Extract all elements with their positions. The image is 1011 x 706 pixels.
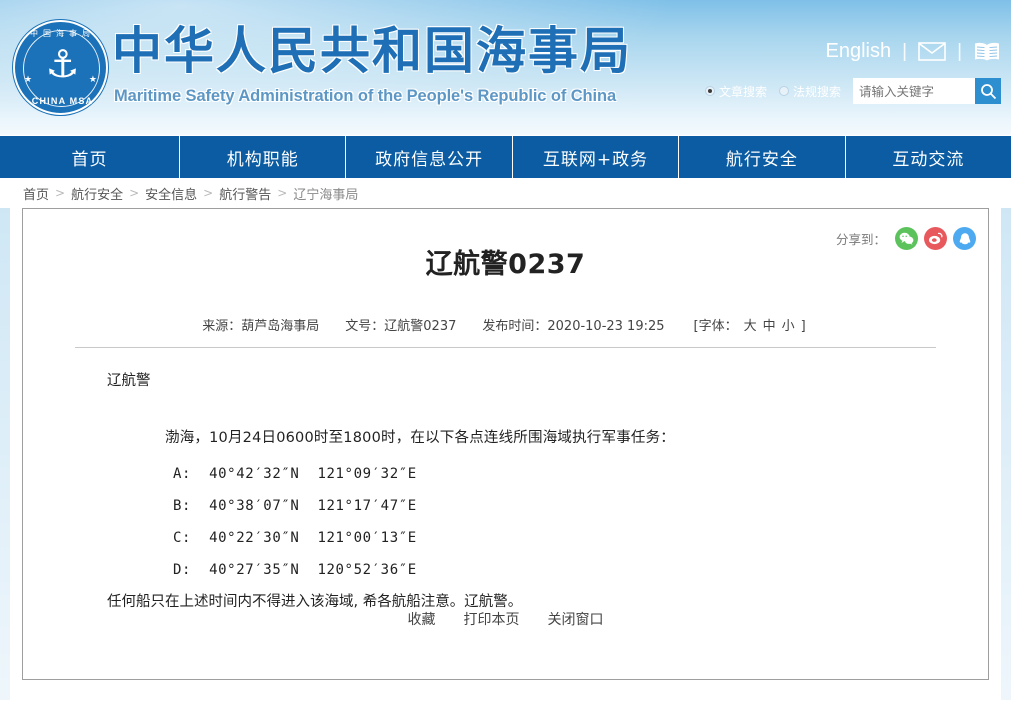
- site-title-en: Maritime Safety Administration of the Pe…: [114, 87, 617, 105]
- coordinate-row-a: A: 40°42′32″N 121°09′32″E: [173, 466, 417, 482]
- qq-icon[interactable]: [953, 227, 976, 250]
- breadcrumb-item-1[interactable]: 航行安全: [71, 184, 123, 203]
- breadcrumb-separator-2: >: [203, 186, 214, 200]
- breadcrumb-separator-3: >: [277, 186, 288, 200]
- site-title-cn: 中华人民共和国海事局: [112, 22, 632, 80]
- search-icon: [980, 83, 996, 99]
- article-lead: 渤海，10月24日0600时至1800时，在以下各点连线所围海域执行军事任务：: [165, 429, 676, 446]
- font-size-medium[interactable]: 中: [763, 319, 776, 334]
- meta-publish-time: 发布时间：2020-10-23 19:25: [482, 319, 665, 334]
- nav-item-functions[interactable]: 机构职能: [180, 136, 347, 178]
- font-size-suffix: ]: [800, 319, 806, 334]
- nav-item-gov-info[interactable]: 政府信息公开: [346, 136, 513, 178]
- bottom-padding: [22, 680, 989, 700]
- main-nav: 首页 机构职能 政府信息公开 互联网+政务 航行安全 互动交流: [0, 135, 1011, 178]
- site-logo[interactable]: 中国海事局 ★ ★ ⚓ CHINA MSA: [13, 20, 108, 115]
- logo-top-text: 中国海事局: [30, 29, 95, 38]
- breadcrumb-separator-1: >: [129, 186, 140, 200]
- search-option-regulation-label: 法规搜索: [792, 84, 841, 99]
- share-label: 分享到：: [835, 232, 886, 247]
- top-links-separator-1: |: [902, 40, 908, 62]
- site-header: 中国海事局 ★ ★ ⚓ CHINA MSA 中华人民共和国海事局 Maritim…: [0, 0, 1011, 135]
- search-button[interactable]: [975, 78, 1001, 104]
- close-window-button[interactable]: 关闭窗口: [548, 609, 604, 629]
- search-box: [853, 78, 1001, 104]
- font-size-large[interactable]: 大: [744, 319, 757, 334]
- weibo-icon[interactable]: [924, 227, 947, 250]
- coordinate-row-b: B: 40°38′07″N 121°17′47″E: [173, 498, 417, 514]
- search-area: 文章搜索 法规搜索: [704, 78, 1001, 104]
- document-meta: 来源：葫芦岛海事局 文号：辽航警0237 发布时间：2020-10-23 19:…: [23, 315, 988, 334]
- nav-item-interaction[interactable]: 互动交流: [846, 136, 1011, 178]
- search-option-article[interactable]: 文章搜索: [704, 83, 767, 100]
- article-body: 辽航警 渤海，10月24日0600时至1800时，在以下各点连线所围海域执行军事…: [23, 348, 988, 610]
- font-size-prefix: [字体：: [693, 319, 738, 334]
- nav-item-home[interactable]: 首页: [0, 136, 180, 178]
- font-size-controls: [字体： 大中小]: [691, 315, 809, 334]
- breadcrumb-item-3[interactable]: 航行警告: [219, 184, 271, 203]
- document-actions: 收藏 打印本页 关闭窗口: [23, 609, 988, 629]
- coordinate-row-d: D: 40°27′35″N 120°52′36″E: [173, 562, 417, 578]
- english-link[interactable]: English: [826, 40, 892, 63]
- radio-icon-regulation[interactable]: [778, 86, 789, 96]
- article-card: 分享到： 辽航警0237 来源：葫芦岛海事局 文号：辽航警0237 发布时间：2…: [22, 208, 989, 680]
- nav-item-navigation-safety[interactable]: 航行安全: [679, 136, 846, 178]
- favorite-button[interactable]: 收藏: [408, 609, 436, 629]
- breadcrumb-item-4: 辽宁海事局: [293, 187, 359, 203]
- top-links: English | |: [826, 40, 1001, 63]
- logo-bottom-text: CHINA MSA: [31, 96, 94, 106]
- meta-source: 来源：葫芦岛海事局: [202, 319, 320, 334]
- coordinate-list: A: 40°42′32″N 121°09′32″E B: 40°38′07″N …: [173, 467, 936, 577]
- top-links-separator-2: |: [957, 40, 962, 62]
- search-option-regulation[interactable]: 法规搜索: [778, 83, 841, 100]
- share-row: 分享到：: [836, 227, 976, 250]
- font-size-small[interactable]: 小: [782, 319, 795, 334]
- anchor-icon: ⚓: [45, 44, 80, 86]
- coordinate-row-c: C: 40°22′30″N 121°00′13″E: [173, 530, 417, 546]
- radio-icon-article[interactable]: [704, 86, 715, 96]
- breadcrumb-item-0[interactable]: 首页: [23, 184, 49, 203]
- breadcrumb-separator-0: >: [55, 186, 66, 200]
- search-input[interactable]: [853, 78, 975, 104]
- mail-icon[interactable]: [918, 42, 946, 61]
- book-icon[interactable]: [973, 41, 1001, 62]
- article-heading: 辽航警: [107, 373, 151, 389]
- wechat-icon[interactable]: [895, 227, 918, 250]
- breadcrumb-item-2[interactable]: 安全信息: [145, 184, 197, 203]
- print-button[interactable]: 打印本页: [464, 609, 520, 629]
- left-edge-strip: [0, 208, 10, 700]
- meta-doc-number: 文号：辽航警0237: [345, 319, 457, 334]
- search-option-article-label: 文章搜索: [718, 84, 767, 99]
- article-tail: 任何船只在上述时间内不得进入该海域, 希各航船注意。辽航警。: [107, 594, 523, 610]
- page-body: 分享到： 辽航警0237 来源：葫芦岛海事局 文号：辽航警0237 发布时间：2…: [0, 208, 1011, 700]
- breadcrumb: 首页 > 航行安全 > 安全信息 > 航行警告 > 辽宁海事局: [0, 178, 1011, 208]
- logo-circle: 中国海事局 ★ ★ ⚓ CHINA MSA: [13, 20, 108, 115]
- nav-item-internet-gov[interactable]: 互联网+政务: [513, 136, 680, 178]
- right-edge-strip: [1001, 208, 1011, 700]
